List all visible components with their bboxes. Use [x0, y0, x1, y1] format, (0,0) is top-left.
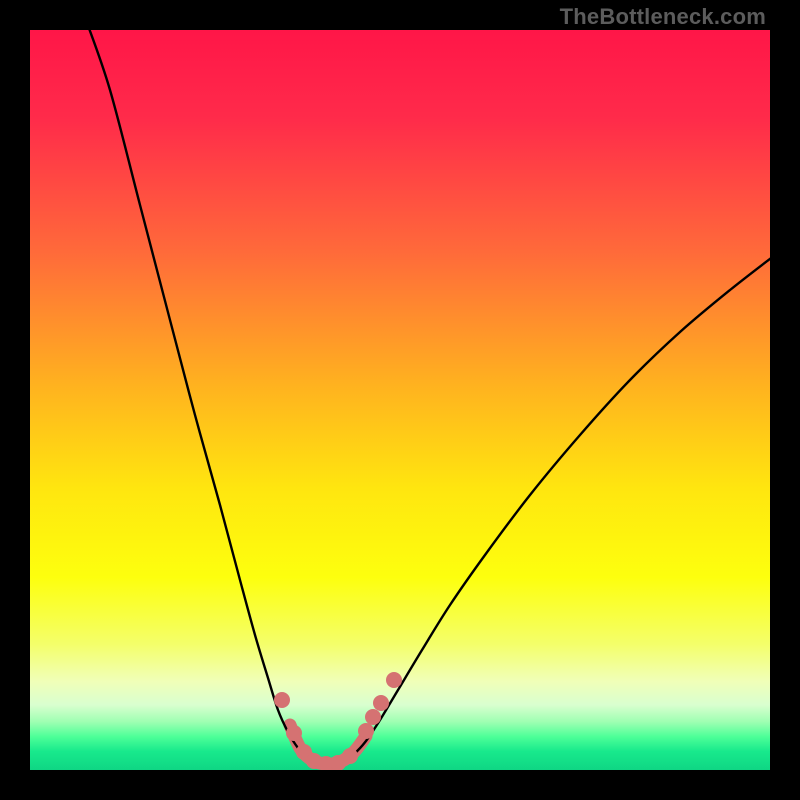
curve-marker-dot	[342, 748, 358, 764]
curve-marker-dot	[274, 692, 290, 708]
curve-left-curve	[86, 30, 330, 764]
curve-marker-dot	[358, 723, 374, 739]
curve-marker-dot	[386, 672, 402, 688]
curve-marker-dot	[365, 709, 381, 725]
watermark-text: TheBottleneck.com	[560, 4, 766, 30]
curve-marker-dot	[373, 695, 389, 711]
chart-curves-layer	[30, 30, 770, 770]
chart-plot-area	[30, 30, 770, 770]
curve-series-group	[86, 30, 770, 764]
curve-marker-dot	[286, 725, 302, 741]
